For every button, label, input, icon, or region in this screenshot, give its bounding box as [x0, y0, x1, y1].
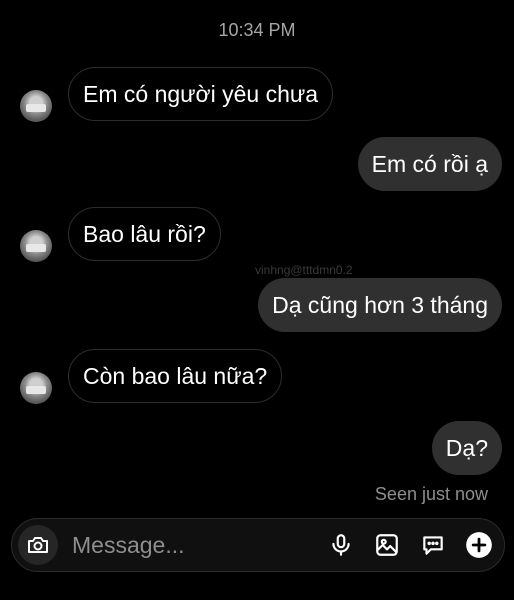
seen-status: Seen just now: [374, 484, 488, 504]
message-composer: [11, 518, 505, 572]
avatar[interactable]: [20, 230, 52, 262]
received-message[interactable]: Em có người yêu chưa: [68, 67, 334, 121]
conversation-timestamp: 10:34 PM: [218, 20, 296, 40]
received-message[interactable]: Còn bao lâu nữa?: [68, 349, 283, 403]
received-message[interactable]: Bao lâu rồi?: [68, 207, 221, 261]
avatar[interactable]: [20, 372, 52, 404]
camera-icon[interactable]: [18, 525, 58, 565]
gallery-icon[interactable]: [372, 530, 402, 560]
avatar[interactable]: [20, 90, 52, 122]
watermark: vinhng@tttdmn0.2: [255, 263, 353, 277]
sticker-icon[interactable]: [418, 530, 448, 560]
plus-icon[interactable]: [464, 530, 494, 560]
sent-message[interactable]: Em có rồi ạ: [357, 137, 502, 191]
message-input[interactable]: [72, 531, 292, 559]
sent-message[interactable]: Dạ cũng hơn 3 tháng: [258, 278, 502, 332]
microphone-icon[interactable]: [326, 530, 356, 560]
sent-message[interactable]: Dạ?: [431, 421, 502, 475]
